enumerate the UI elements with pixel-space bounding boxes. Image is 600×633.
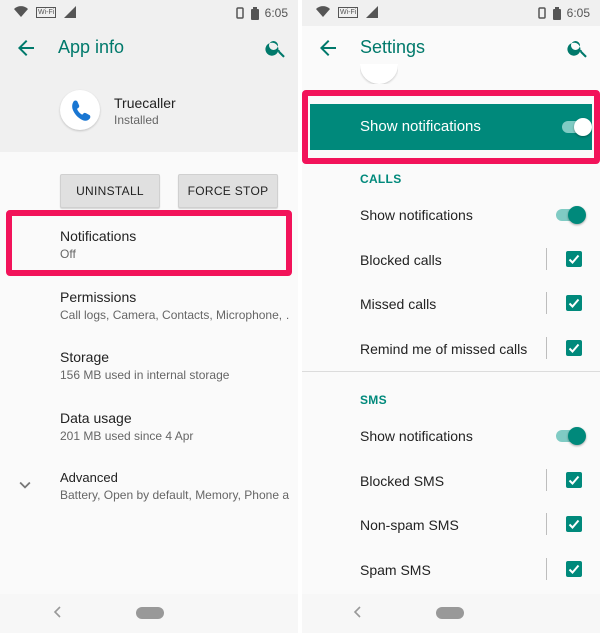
chevron-down-icon[interactable]	[14, 474, 36, 496]
app-install-status: Installed	[114, 113, 159, 127]
status-time: 6:05	[566, 6, 590, 20]
missed-calls-label[interactable]: Missed calls	[360, 296, 436, 312]
search-icon[interactable]	[566, 36, 590, 60]
back-arrow-icon[interactable]	[316, 36, 340, 60]
row-divider	[546, 469, 547, 491]
status-bar: Wi-Fi 6:05	[302, 0, 600, 26]
item-subtitle: 156 MB used in internal storage	[60, 368, 230, 382]
blocked-sms-checkbox[interactable]	[566, 472, 582, 488]
nav-home-pill[interactable]	[436, 607, 464, 619]
battery-icon	[552, 6, 561, 20]
item-subtitle: 201 MB used since 4 Apr	[60, 429, 194, 443]
app-info-screen: Wi-Fi 6:05 App info Truecaller Installed…	[0, 0, 298, 633]
non-spam-sms-checkbox[interactable]	[566, 516, 582, 532]
missed-calls-checkbox[interactable]	[566, 295, 582, 311]
row-divider	[546, 513, 547, 535]
section-header-calls: CALLS	[360, 172, 402, 186]
force-stop-button[interactable]: FORCE STOP	[178, 174, 278, 208]
item-subtitle: Call logs, Camera, Contacts, Microphone,…	[60, 308, 290, 322]
status-time: 6:05	[264, 6, 288, 20]
app-header: Truecaller Installed	[0, 70, 298, 152]
wifi-icon	[316, 6, 330, 18]
calls-show-notifications-toggle[interactable]	[556, 206, 586, 224]
navigation-bar	[0, 594, 298, 633]
advanced-item[interactable]: Advanced Battery, Open by default, Memor…	[60, 470, 290, 502]
blocked-calls-checkbox[interactable]	[566, 251, 582, 267]
signal-icon	[366, 6, 379, 18]
nav-back-icon[interactable]	[350, 604, 366, 620]
back-arrow-icon[interactable]	[14, 36, 38, 60]
permissions-item[interactable]: Permissions Call logs, Camera, Contacts,…	[60, 289, 290, 322]
volte-icon: Wi-Fi	[36, 6, 57, 18]
nav-home-pill[interactable]	[136, 607, 164, 619]
spam-sms-label[interactable]: Spam SMS	[360, 562, 431, 578]
show-notifications-highlight-box	[302, 90, 600, 164]
wifi-icon	[14, 6, 28, 18]
storage-item[interactable]: Storage 156 MB used in internal storage	[60, 349, 290, 382]
uninstall-button[interactable]: UNINSTALL	[60, 174, 160, 208]
row-divider	[546, 292, 547, 314]
signal-icon	[64, 6, 77, 18]
section-divider	[302, 371, 600, 372]
battery-icon	[250, 6, 259, 20]
row-divider	[546, 248, 547, 270]
section-header-sms: SMS	[360, 393, 387, 407]
item-title: Permissions	[60, 289, 137, 305]
nav-back-icon[interactable]	[50, 604, 66, 620]
vibrate-icon	[235, 7, 244, 19]
blocked-calls-label[interactable]: Blocked calls	[360, 252, 442, 268]
app-bar: App info	[0, 26, 298, 70]
volte-icon: Wi-Fi	[338, 6, 359, 18]
data-usage-item[interactable]: Data usage 201 MB used since 4 Apr	[60, 410, 290, 443]
sms-show-notifications-label[interactable]: Show notifications	[360, 428, 473, 444]
toggle-knob	[568, 206, 586, 224]
spam-sms-checkbox[interactable]	[566, 561, 582, 577]
toggle-knob	[568, 427, 586, 445]
app-name: Truecaller	[114, 95, 176, 111]
blocked-sms-label[interactable]: Blocked SMS	[360, 473, 444, 489]
truecaller-phone-icon	[60, 90, 100, 130]
vibrate-icon	[537, 7, 546, 19]
item-title: Data usage	[60, 410, 132, 426]
page-title: Settings	[360, 37, 426, 57]
sms-show-notifications-toggle[interactable]	[556, 427, 586, 445]
row-divider	[546, 558, 547, 580]
remind-missed-calls-label[interactable]: Remind me of missed calls	[360, 341, 527, 357]
row-divider	[546, 337, 547, 359]
non-spam-sms-label[interactable]: Non-spam SMS	[360, 517, 459, 533]
item-title: Storage	[60, 349, 110, 365]
page-title: App info	[58, 37, 125, 57]
item-subtitle: Battery, Open by default, Memory, Phone …	[60, 488, 290, 502]
notifications-highlight-box	[6, 210, 292, 276]
app-bar: Settings	[302, 26, 600, 70]
item-title: Advanced	[60, 470, 118, 485]
remind-missed-calls-checkbox[interactable]	[566, 340, 582, 356]
navigation-bar	[302, 594, 600, 633]
status-bar: Wi-Fi 6:05	[0, 0, 298, 26]
calls-show-notifications-label[interactable]: Show notifications	[360, 207, 473, 223]
search-icon[interactable]	[264, 36, 288, 60]
notification-settings-screen: Wi-Fi 6:05 Settings Show notifications C…	[302, 0, 600, 633]
